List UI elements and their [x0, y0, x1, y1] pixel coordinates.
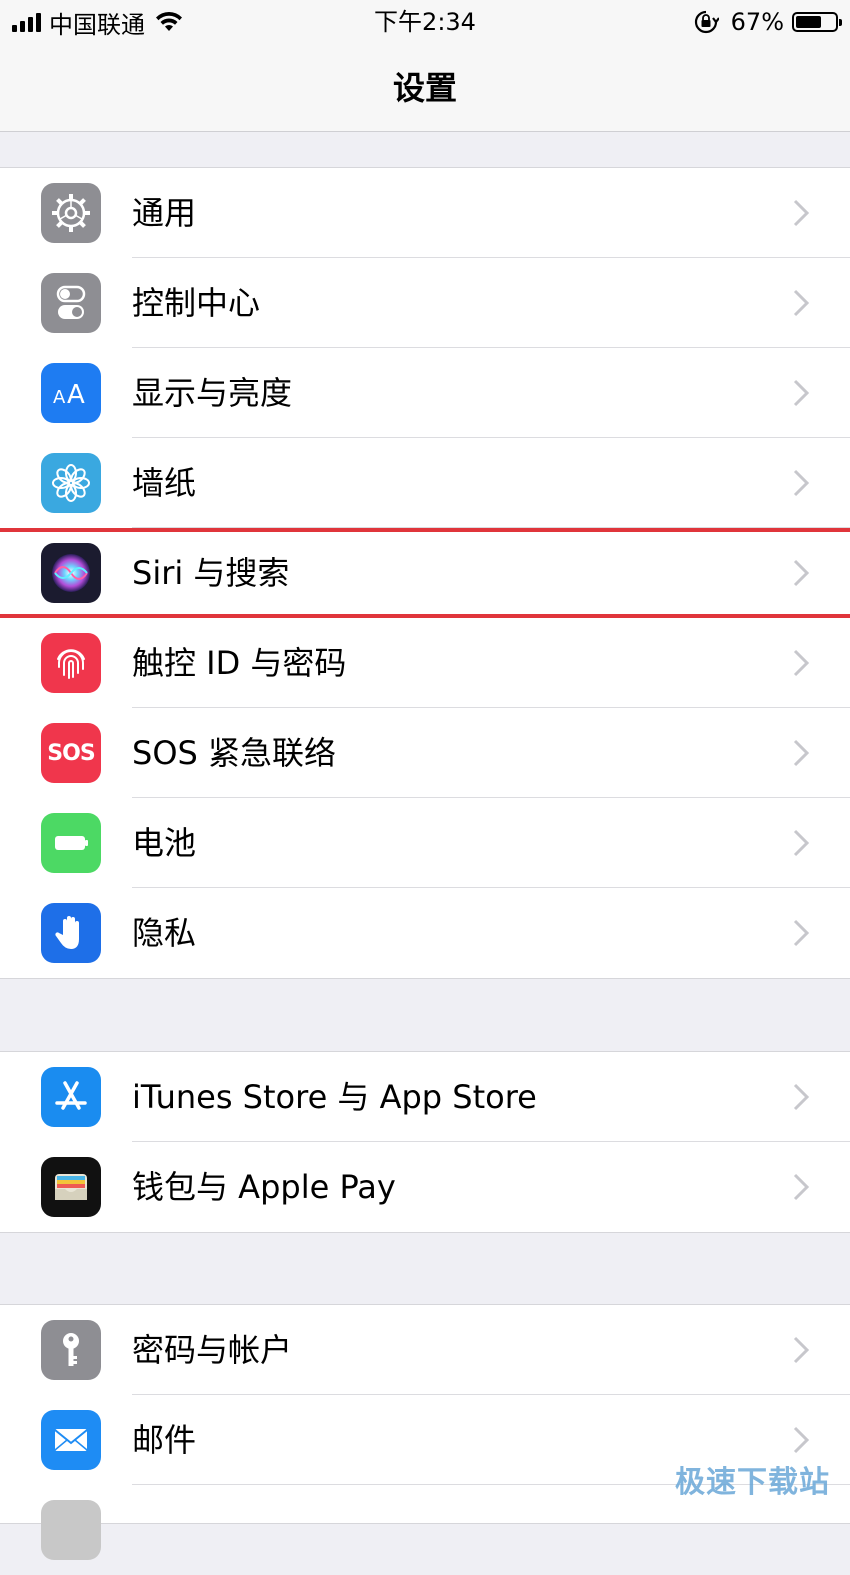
sos-icon-text: SOS — [47, 740, 95, 766]
settings-row-label: 邮件 — [132, 1421, 197, 1459]
chevron-right-icon — [793, 199, 810, 227]
settings-row-label: 钱包与 Apple Pay — [132, 1168, 396, 1206]
settings-row-general[interactable]: 通用 — [0, 168, 850, 258]
gear-icon — [41, 183, 101, 243]
battery-indicator — [792, 12, 842, 32]
settings-row-label: iTunes Store 与 App Store — [132, 1078, 537, 1116]
battery-icon — [41, 813, 101, 873]
settings-row-label: 密码与帐户 — [132, 1331, 293, 1369]
chevron-right-icon — [793, 1426, 810, 1454]
signal-icon — [12, 12, 41, 32]
settings-row-itunes-app-store[interactable]: iTunes Store 与 App Store — [0, 1052, 850, 1142]
settings-row-privacy[interactable]: 隐私 — [0, 888, 850, 978]
settings-row-label: 墙纸 — [132, 464, 197, 502]
mail-icon — [41, 1410, 101, 1470]
nav-bar: 设置 — [0, 44, 850, 132]
toggles-icon — [41, 273, 101, 333]
wallet-icon — [41, 1157, 101, 1217]
chevron-right-icon — [793, 469, 810, 497]
settings-row-label: 电池 — [132, 824, 197, 862]
text-size-icon: AA — [41, 363, 101, 423]
settings-group-1: 通用 控制中心 AA 显示与亮度 墙纸 Siri 与搜索 触控 ID 与密码 S… — [0, 167, 850, 979]
settings-row-wallet[interactable]: 钱包与 Apple Pay — [0, 1142, 850, 1232]
fingerprint-icon — [41, 633, 101, 693]
settings-row-sos[interactable]: SOS SOS 紧急联络 — [0, 708, 850, 798]
settings-row-touch-id[interactable]: 触控 ID 与密码 — [0, 618, 850, 708]
app-store-icon — [41, 1067, 101, 1127]
flower-icon — [41, 453, 101, 513]
status-left: 中国联通 — [12, 6, 183, 39]
battery-percent: 67% — [730, 8, 784, 36]
chevron-right-icon — [793, 289, 810, 317]
settings-row-label: Siri 与搜索 — [132, 554, 290, 592]
rotation-lock-icon — [694, 10, 719, 34]
settings-row-siri[interactable]: Siri 与搜索 — [0, 528, 850, 618]
settings-row-label: 通用 — [132, 194, 197, 232]
chevron-right-icon — [793, 1173, 810, 1201]
settings-row-display[interactable]: AA 显示与亮度 — [0, 348, 850, 438]
battery-fill — [796, 16, 821, 28]
watermark-text: 极速下载站 — [675, 1465, 830, 1500]
svg-text:A: A — [53, 387, 66, 408]
settings-row-control-center[interactable]: 控制中心 — [0, 258, 850, 348]
chevron-right-icon — [793, 919, 810, 947]
settings-row-label: 触控 ID 与密码 — [132, 644, 347, 682]
carrier-name: 中国联通 — [49, 10, 145, 39]
settings-row-label: 隐私 — [132, 914, 197, 952]
settings-group-2: iTunes Store 与 App Store 钱包与 Apple Pay — [0, 1051, 850, 1233]
status-bar: 中国联通 下午2:34 67% — [0, 0, 850, 44]
settings-row-passwords-accounts[interactable]: 密码与帐户 — [0, 1305, 850, 1395]
chevron-right-icon — [793, 829, 810, 857]
siri-icon — [41, 543, 101, 603]
settings-row-label: 显示与亮度 — [132, 374, 293, 412]
status-right: 67% — [693, 6, 842, 38]
hand-icon — [41, 903, 101, 963]
settings-row-battery[interactable]: 电池 — [0, 798, 850, 888]
settings-row-label: SOS 紧急联络 — [132, 734, 336, 772]
chevron-right-icon — [793, 559, 810, 587]
svg-text:A: A — [67, 380, 85, 410]
chevron-right-icon — [793, 1083, 810, 1111]
contacts-icon — [41, 1500, 101, 1560]
chevron-right-icon — [793, 649, 810, 677]
sos-icon: SOS — [41, 723, 101, 783]
page-title: 设置 — [392, 69, 457, 107]
chevron-right-icon — [793, 379, 810, 407]
settings-row-wallpaper[interactable]: 墙纸 — [0, 438, 850, 528]
wifi-icon — [156, 11, 182, 31]
key-icon — [41, 1320, 101, 1380]
chevron-right-icon — [793, 739, 810, 767]
settings-row-label: 控制中心 — [132, 284, 261, 322]
chevron-right-icon — [793, 1336, 810, 1364]
